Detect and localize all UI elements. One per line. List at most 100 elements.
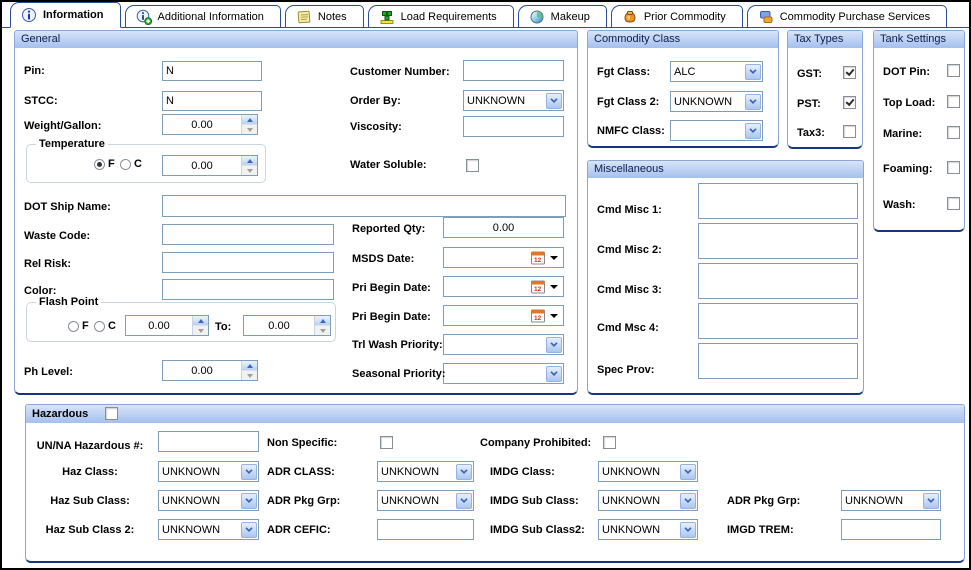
chevron-down-icon[interactable]: [745, 94, 761, 110]
dot-pin-checkbox[interactable]: [947, 64, 960, 77]
spin-up-icon[interactable]: [242, 361, 257, 371]
tab-information[interactable]: Information: [10, 2, 121, 28]
adr-pkg-grp-dropdown[interactable]: UNKNOWN: [377, 490, 474, 511]
chevron-down-icon[interactable]: [680, 464, 696, 480]
msds-date-label: MSDS Date:: [352, 253, 414, 265]
color-field[interactable]: [162, 279, 334, 300]
adr-pkg-grp2-dropdown[interactable]: UNKNOWN: [841, 490, 941, 511]
order-by-dropdown[interactable]: UNKNOWN: [463, 90, 564, 111]
imdg-sub-class-dropdown[interactable]: UNKNOWN: [598, 490, 698, 511]
chevron-down-icon[interactable]: [550, 314, 558, 318]
un-na-hazardous-field[interactable]: [158, 431, 259, 452]
rel-risk-field[interactable]: [162, 252, 334, 273]
gst-checkbox[interactable]: [843, 66, 856, 79]
marine-checkbox[interactable]: [947, 126, 960, 139]
spec-prov-field[interactable]: [698, 343, 858, 379]
imdg-class-dropdown[interactable]: UNKNOWN: [598, 461, 698, 482]
flash-point-c-radio[interactable]: [94, 321, 105, 332]
fgt-class2-dropdown[interactable]: UNKNOWN: [670, 91, 763, 112]
chevron-down-icon[interactable]: [923, 493, 939, 509]
stcc-field[interactable]: [162, 91, 262, 111]
dot-ship-name-field[interactable]: [162, 195, 566, 217]
spin-up-icon[interactable]: [193, 316, 208, 326]
imdg-sub-class-label: IMDG Sub Class:: [490, 495, 579, 507]
temperature-stepper[interactable]: 0.00: [162, 155, 258, 176]
chevron-down-icon[interactable]: [550, 256, 558, 260]
msds-date-picker[interactable]: 12: [443, 247, 564, 268]
chevron-down-icon[interactable]: [546, 366, 562, 382]
flash-point-f-radio[interactable]: [68, 321, 79, 332]
spin-down-icon[interactable]: [193, 326, 208, 335]
temperature-c-radio[interactable]: [120, 159, 131, 170]
tab-prior-commodity[interactable]: Prior Commodity: [611, 5, 743, 27]
haz-sub-class2-dropdown[interactable]: UNKNOWN: [158, 519, 259, 540]
haz-sub-class-label: Haz Sub Class:: [28, 495, 152, 507]
spin-up-icon[interactable]: [242, 156, 257, 166]
viscosity-field[interactable]: [463, 116, 564, 137]
chevron-down-icon[interactable]: [550, 285, 558, 289]
chevron-down-icon[interactable]: [456, 493, 472, 509]
chevron-down-icon[interactable]: [241, 493, 257, 509]
spin-down-icon[interactable]: [242, 371, 257, 380]
company-prohibited-checkbox[interactable]: [603, 436, 616, 449]
cmd-misc1-field[interactable]: [698, 183, 858, 219]
spin-up-icon[interactable]: [315, 316, 330, 326]
spin-down-icon[interactable]: [242, 166, 257, 175]
pst-label: PST:: [797, 98, 821, 110]
chevron-down-icon[interactable]: [680, 493, 696, 509]
spin-down-icon[interactable]: [315, 326, 330, 335]
tab-makeup[interactable]: Makeup: [518, 5, 607, 27]
chevron-down-icon[interactable]: [241, 522, 257, 538]
cmd-misc3-field[interactable]: [698, 263, 858, 299]
spin-up-icon[interactable]: [242, 115, 257, 125]
temperature-f-radio[interactable]: [94, 159, 105, 170]
chevron-down-icon[interactable]: [680, 522, 696, 538]
weight-gallon-stepper[interactable]: 0.00: [162, 114, 258, 135]
nmfc-class-dropdown[interactable]: [670, 120, 763, 141]
top-load-checkbox[interactable]: [947, 95, 960, 108]
imgd-trem-field[interactable]: [841, 519, 941, 540]
spin-down-icon[interactable]: [242, 125, 257, 134]
haz-class-dropdown[interactable]: UNKNOWN: [158, 461, 259, 482]
tab-notes[interactable]: Notes: [285, 5, 364, 27]
pin-field[interactable]: [162, 61, 262, 81]
pst-checkbox[interactable]: [843, 96, 856, 109]
reported-qty-field[interactable]: [443, 217, 564, 238]
waste-code-field[interactable]: [162, 224, 334, 245]
imdg-sub-class2-dropdown[interactable]: UNKNOWN: [598, 519, 698, 540]
pri-begin-date1-picker[interactable]: 12: [443, 276, 564, 297]
cmd-msc4-label: Cmd Msc 4:: [597, 322, 659, 334]
customer-number-field[interactable]: [463, 60, 564, 81]
trl-wash-priority-dropdown[interactable]: [443, 334, 564, 355]
seasonal-priority-dropdown[interactable]: [443, 363, 564, 384]
cmd-misc2-field[interactable]: [698, 223, 858, 259]
chevron-down-icon[interactable]: [745, 123, 761, 139]
calendar-icon: 12: [531, 280, 546, 294]
wash-checkbox[interactable]: [947, 197, 960, 210]
imdg-class-label: IMDG Class:: [490, 466, 555, 478]
haz-sub-class-dropdown[interactable]: UNKNOWN: [158, 490, 259, 511]
foaming-checkbox[interactable]: [947, 161, 960, 174]
fgt-class-dropdown[interactable]: ALC: [670, 61, 763, 82]
flash-point-to-stepper[interactable]: 0.00: [243, 315, 331, 336]
tab-additional-information[interactable]: Additional Information: [125, 5, 281, 27]
application-window: Information Additional Information Notes…: [0, 0, 971, 570]
chevron-down-icon[interactable]: [546, 93, 562, 109]
pri-begin-date2-picker[interactable]: 12: [443, 305, 564, 326]
chevron-down-icon[interactable]: [241, 464, 257, 480]
ph-level-stepper[interactable]: 0.00: [162, 360, 258, 381]
adr-class-dropdown[interactable]: UNKNOWN: [377, 461, 474, 482]
tab-commodity-purchase-services[interactable]: Commodity Purchase Services: [747, 5, 947, 27]
chevron-down-icon[interactable]: [546, 337, 562, 353]
tax3-checkbox[interactable]: [843, 125, 856, 138]
tab-load-requirements[interactable]: Load Requirements: [368, 5, 514, 27]
flash-point-from-stepper[interactable]: 0.00: [125, 315, 209, 336]
cmd-msc4-field[interactable]: [698, 303, 858, 339]
tab-label: Notes: [318, 11, 347, 23]
water-soluble-checkbox[interactable]: [466, 159, 479, 172]
adr-cefic-field[interactable]: [377, 519, 474, 540]
non-specific-checkbox[interactable]: [380, 436, 393, 449]
chevron-down-icon[interactable]: [456, 464, 472, 480]
hazardous-checkbox[interactable]: [105, 407, 118, 420]
chevron-down-icon[interactable]: [745, 64, 761, 80]
